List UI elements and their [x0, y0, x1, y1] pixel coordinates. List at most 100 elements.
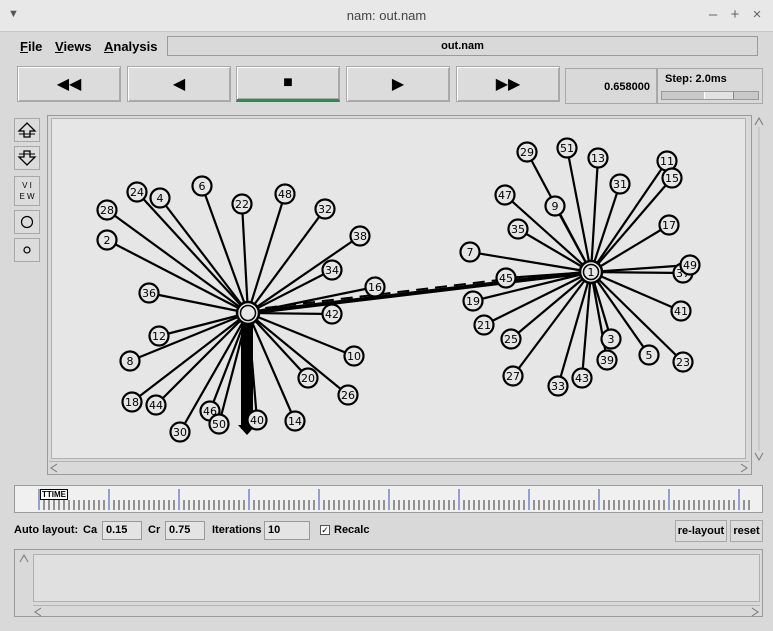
- node-21[interactable]: 21: [473, 314, 495, 336]
- timeline-marker[interactable]: TTIME: [40, 489, 68, 500]
- canvas-vertical-scrollbar[interactable]: [752, 115, 766, 463]
- node-label: 50: [212, 418, 226, 431]
- menu-file[interactable]: File: [20, 39, 42, 54]
- node-label: 31: [613, 178, 627, 191]
- link-1-11[interactable]: [590, 160, 668, 273]
- stop-button[interactable]: ■: [236, 66, 340, 102]
- node-13[interactable]: 13: [587, 147, 609, 169]
- node-27[interactable]: 27: [502, 365, 524, 387]
- node-43[interactable]: 43: [571, 367, 593, 389]
- annotation-horizontal-scrollbar[interactable]: [33, 605, 760, 617]
- node-16[interactable]: 16: [364, 276, 386, 298]
- menu-analysis[interactable]: Analysis: [104, 39, 157, 54]
- node-47[interactable]: 47: [494, 184, 516, 206]
- node-5[interactable]: 5: [638, 344, 660, 366]
- node-17[interactable]: 17: [658, 214, 680, 236]
- node-42[interactable]: 42: [321, 303, 343, 325]
- node-31[interactable]: 31: [609, 173, 631, 195]
- node-28[interactable]: 28: [96, 199, 118, 221]
- node-29[interactable]: 29: [516, 141, 538, 163]
- node-33[interactable]: 33: [547, 375, 569, 397]
- annotation-list[interactable]: [33, 554, 760, 602]
- node-20[interactable]: 20: [297, 367, 319, 389]
- node-label: 26: [341, 389, 355, 402]
- link-0-32[interactable]: [247, 208, 326, 314]
- node-49[interactable]: 49: [679, 254, 701, 276]
- timeline-slider[interactable]: TTIME: [14, 485, 763, 513]
- node-35[interactable]: 35: [507, 218, 529, 240]
- link-0-8[interactable]: [129, 311, 249, 363]
- ca-input[interactable]: 0.15: [102, 521, 142, 540]
- canvas-horizontal-scrollbar[interactable]: [49, 461, 749, 473]
- play-forward-button[interactable]: ▶: [346, 66, 450, 102]
- node-6[interactable]: 6: [191, 175, 213, 197]
- node-36[interactable]: 36: [138, 282, 160, 304]
- link-0-4[interactable]: [159, 197, 249, 314]
- node-32[interactable]: 32: [314, 198, 336, 220]
- node-18[interactable]: 18: [121, 391, 143, 413]
- maximize-icon[interactable]: +: [726, 6, 744, 23]
- node-10[interactable]: 10: [343, 345, 365, 367]
- view-button[interactable]: V I E W: [14, 176, 40, 206]
- node-14[interactable]: 14: [284, 410, 306, 432]
- node-45[interactable]: 45: [495, 267, 517, 289]
- node-4[interactable]: 4: [149, 187, 171, 209]
- node-2[interactable]: 2: [96, 229, 118, 251]
- node-12[interactable]: 12: [148, 325, 170, 347]
- step-slider-thumb[interactable]: [704, 92, 734, 99]
- zoom-in-button[interactable]: [14, 118, 40, 142]
- rewind-button[interactable]: ◀◀: [17, 66, 121, 102]
- node-22[interactable]: 22: [231, 193, 253, 215]
- topology-view[interactable]: 2824 462248322 383436 1642128 10202618 44 4650…: [52, 119, 747, 460]
- iterations-input[interactable]: 10: [264, 521, 310, 540]
- node-39[interactable]: 39: [596, 349, 618, 371]
- node-51[interactable]: 51: [556, 137, 578, 159]
- relayout-button[interactable]: re-layout: [675, 520, 727, 542]
- cr-input[interactable]: 0.75: [165, 521, 205, 540]
- node-25[interactable]: 25: [500, 328, 522, 350]
- zoom-out-button[interactable]: [14, 146, 40, 170]
- play-backward-button[interactable]: ◀: [127, 66, 231, 102]
- node-40[interactable]: 40: [246, 409, 268, 431]
- link-1-17[interactable]: [590, 224, 670, 273]
- step-slider[interactable]: [661, 91, 759, 100]
- cr-label: Cr: [148, 524, 161, 536]
- link-0-44[interactable]: [155, 312, 249, 406]
- node-50[interactable]: 50: [208, 413, 230, 435]
- node-3[interactable]: 3: [600, 328, 622, 350]
- node-9[interactable]: 9: [544, 195, 566, 217]
- node-41[interactable]: 41: [670, 300, 692, 322]
- link-1-37[interactable]: [590, 270, 684, 275]
- node-48[interactable]: 48: [274, 183, 296, 205]
- node-8[interactable]: 8: [119, 350, 141, 372]
- node-size-large-button[interactable]: [14, 210, 40, 234]
- node-38[interactable]: 38: [349, 225, 371, 247]
- minimize-icon[interactable]: –: [704, 6, 722, 23]
- node-44[interactable]: 44: [145, 394, 167, 416]
- hub-node-1[interactable]: 1: [578, 259, 604, 285]
- menu-views[interactable]: Views: [55, 39, 92, 54]
- link-0-20[interactable]: [247, 312, 309, 379]
- node-24[interactable]: 24: [126, 181, 148, 203]
- link-0-2[interactable]: [106, 239, 249, 314]
- recalc-checkbox[interactable]: ✓: [320, 525, 330, 535]
- node-label: 3: [608, 333, 615, 346]
- node-19[interactable]: 19: [462, 290, 484, 312]
- fast-forward-button[interactable]: ▶▶: [456, 66, 560, 102]
- link-0-26[interactable]: [247, 312, 349, 396]
- node-15[interactable]: 15: [661, 167, 683, 189]
- node-26[interactable]: 26: [337, 384, 359, 406]
- annotation-vertical-scrollbar[interactable]: [17, 552, 31, 612]
- node-23[interactable]: 23: [672, 351, 694, 373]
- link-0-42[interactable]: [247, 311, 333, 316]
- network-canvas[interactable]: 28 24 4 6 22 48 32 2 38 34 36 16 42 12 8 10 20 26 18 44 46 50…: [51, 118, 746, 459]
- node-34[interactable]: 34: [321, 259, 343, 281]
- reset-button[interactable]: reset: [730, 520, 763, 542]
- link-0-28[interactable]: [106, 209, 249, 314]
- node-30[interactable]: 30: [169, 421, 191, 443]
- node-size-small-button[interactable]: [14, 238, 40, 262]
- node-7[interactable]: 7: [459, 241, 481, 263]
- close-icon[interactable]: ×: [748, 6, 766, 23]
- hub-node-0[interactable]: [235, 300, 261, 326]
- link-0-48[interactable]: [246, 193, 287, 314]
